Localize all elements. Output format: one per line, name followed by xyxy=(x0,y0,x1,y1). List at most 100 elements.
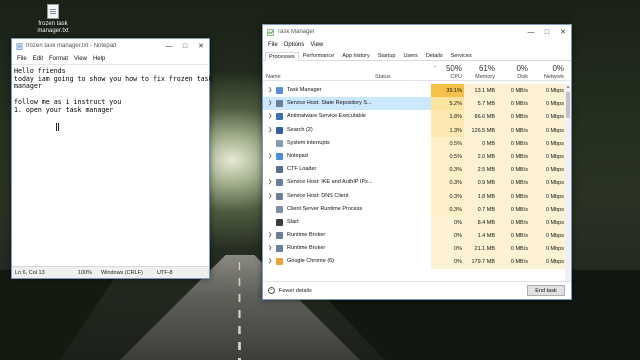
process-cpu: 5.2% xyxy=(431,97,464,111)
process-memory: 126.5 MB xyxy=(464,123,497,137)
process-disk: 0 MB/s xyxy=(497,242,530,256)
process-list: ❯ Task Manager 39.1% 13.1 MB 0 MB/s 0 Mbps ❯ Se… xyxy=(263,84,566,294)
process-icon xyxy=(276,245,283,253)
cpu-total-percent: 50% xyxy=(445,64,462,73)
end-task-button[interactable]: End task xyxy=(527,285,565,296)
expand-chevron-icon[interactable]: ❯ xyxy=(268,113,272,119)
process-row[interactable]: ❯ Notepad 0.5% 2.0 MB 0 MB/s 0 Mbps xyxy=(263,149,566,164)
notepad-text-area[interactable]: Hello friends today iam going to show yo… xyxy=(12,64,213,266)
process-row[interactable]: ❯ Google Chrome (6) 0% 179.7 MB 0 MB/s 0 Mbps xyxy=(263,255,566,269)
process-disk: 0 MB/s xyxy=(497,136,530,150)
process-icon xyxy=(276,258,283,266)
status-encoding: UTF-8 xyxy=(157,270,173,276)
task-manager-window[interactable]: Task Manager — □ ✕ File Options View Pro… xyxy=(262,24,572,300)
desktop-file-icon[interactable]: frozen task manager.txt xyxy=(28,4,78,35)
process-row[interactable]: ❯ Service Host: State Repository S... 5.2%… xyxy=(263,97,566,111)
tab-performance[interactable]: Performance xyxy=(299,51,339,60)
column-header-cpu[interactable]: CPU xyxy=(431,74,462,80)
process-memory: 21.1 MB xyxy=(464,242,497,256)
process-row[interactable]: Start 0% 8.4 MB 0 MB/s 0 Mbps xyxy=(263,215,566,230)
process-network: 0 Mbps xyxy=(530,242,566,256)
tm-menu-options[interactable]: Options xyxy=(281,42,308,48)
column-header-memory[interactable]: Memory xyxy=(464,74,495,80)
column-header-status[interactable]: Status xyxy=(375,74,391,80)
expand-chevron-icon[interactable]: ❯ xyxy=(268,232,272,238)
expand-chevron-icon[interactable]: ❯ xyxy=(268,179,272,185)
fewer-details-label: Fewer details xyxy=(279,287,312,294)
process-row[interactable]: ❯Search (2)⚲1.3%126.5 MB0 MB/s0 Mbps xyxy=(263,123,566,137)
process-name: Runtime Broker xyxy=(287,232,326,239)
tab-details[interactable]: Details xyxy=(422,51,447,60)
task-manager-close-button[interactable]: ✕ xyxy=(555,25,571,39)
notepad-minimize-button[interactable]: — xyxy=(161,39,177,53)
process-row[interactable]: System interrupts 0.5% 0 MB 0 MB/s 0 Mbps xyxy=(263,136,566,150)
process-cpu: 0.3% xyxy=(431,202,464,216)
task-manager-titlebar[interactable]: Task Manager — □ ✕ xyxy=(263,25,571,39)
tab-app-history[interactable]: App history xyxy=(338,51,374,60)
notepad-titlebar[interactable]: frozen task manager.txt - Notepad — □ ✕ xyxy=(12,39,209,53)
expand-chevron-icon[interactable]: ❯ xyxy=(268,87,272,93)
notepad-window[interactable]: frozen task manager.txt - Notepad — □ ✕ … xyxy=(11,38,213,279)
process-row[interactable]: ❯ Runtime Broker 0% 21.1 MB 0 MB/s 0 Mbps xyxy=(263,242,566,256)
process-network: 0 Mbps xyxy=(530,97,566,111)
process-memory: 0.9 MB xyxy=(464,176,497,190)
tab-processes[interactable]: Processes xyxy=(265,52,299,61)
expand-chevron-icon[interactable]: ❯ xyxy=(268,245,272,251)
expand-chevron-icon[interactable]: ❯ xyxy=(268,258,272,264)
notepad-menu-view[interactable]: View xyxy=(71,56,90,62)
process-row[interactable]: ❯ Task Manager 39.1% 13.1 MB 0 MB/s 0 Mbps xyxy=(263,84,566,98)
tm-menu-file[interactable]: File xyxy=(265,42,281,48)
expand-chevron-icon[interactable]: ❯ xyxy=(268,100,272,106)
chevron-up-icon: ⌃ xyxy=(268,287,275,294)
task-manager-maximize-button[interactable]: □ xyxy=(539,25,555,39)
notepad-menu-edit[interactable]: Edit xyxy=(30,56,46,62)
scrollbar-thumb[interactable] xyxy=(566,92,570,118)
expand-chevron-icon[interactable]: ❯ xyxy=(268,153,272,159)
network-total-percent: 0% xyxy=(552,64,564,73)
notepad-maximize-button[interactable]: □ xyxy=(177,39,193,53)
process-memory: 2.0 MB xyxy=(464,149,497,164)
notepad-menubar: File Edit Format View Help xyxy=(12,53,209,64)
process-row[interactable]: Client Server Runtime Process 0.3% 0.7 MB 0… xyxy=(263,202,566,216)
process-memory: 13.1 MB xyxy=(464,84,497,98)
tab-startup[interactable]: Startup xyxy=(374,51,400,60)
column-header-network[interactable]: Network xyxy=(530,74,564,80)
process-icon xyxy=(276,126,283,134)
process-list-scrollbar[interactable]: ▲ ▼ xyxy=(565,84,571,294)
process-row[interactable]: ❯ Antimalware Service Executable 1.8% 86.6 … xyxy=(263,110,566,124)
task-manager-title: Task Manager xyxy=(277,29,315,35)
process-row[interactable]: ❯ Service Host: DNS Client 0.3% 1.8 MB 0 MB/… xyxy=(263,189,566,203)
expand-chevron-icon[interactable]: ❯ xyxy=(268,127,272,133)
process-name: Service Host: IKE and AuthIP IPs... xyxy=(287,179,373,186)
notepad-menu-help[interactable]: Help xyxy=(90,56,108,62)
process-row[interactable]: ❯ Service Host: IKE and AuthIP IPs... 0.3%… xyxy=(263,176,566,190)
process-memory: 5.7 MB xyxy=(464,97,497,111)
process-icon xyxy=(276,192,283,200)
notepad-close-button[interactable]: ✕ xyxy=(193,39,209,53)
notepad-menu-format[interactable]: Format xyxy=(46,56,71,62)
process-cpu: 1.8% xyxy=(431,110,464,124)
process-network: 0 Mbps xyxy=(530,123,566,137)
process-icon xyxy=(276,205,283,213)
column-header-name[interactable]: Name xyxy=(266,74,281,80)
tm-menu-view[interactable]: View xyxy=(307,42,326,48)
fewer-details-link[interactable]: ⌃ Fewer details xyxy=(268,287,312,294)
column-header-disk[interactable]: Disk xyxy=(497,74,528,80)
scroll-up-arrow-icon[interactable]: ▲ xyxy=(565,84,571,89)
process-icon xyxy=(276,218,283,226)
notepad-menu-file[interactable]: File xyxy=(14,56,30,62)
process-memory: 0.7 MB xyxy=(464,202,497,216)
process-disk: 0 MB/s xyxy=(497,84,530,98)
process-row[interactable]: CTF Loader 0.3% 2.5 MB 0 MB/s 0 Mbps xyxy=(263,163,566,177)
process-disk: 0 MB/s xyxy=(497,123,530,137)
process-row[interactable]: ❯ Runtime Broker 0% 1.4 MB 0 MB/s 0 Mbps xyxy=(263,229,566,243)
task-manager-minimize-button[interactable]: — xyxy=(523,25,539,39)
process-memory: 86.6 MB xyxy=(464,110,497,124)
expand-chevron-icon[interactable]: ❯ xyxy=(268,193,272,199)
process-disk: 0 MB/s xyxy=(497,215,530,230)
process-name: System interrupts xyxy=(287,139,330,146)
process-cpu: 39.1% xyxy=(431,84,464,98)
tab-users[interactable]: Users xyxy=(399,51,421,60)
process-disk: 0 MB/s xyxy=(497,110,530,124)
tab-services[interactable]: Services xyxy=(447,51,476,60)
